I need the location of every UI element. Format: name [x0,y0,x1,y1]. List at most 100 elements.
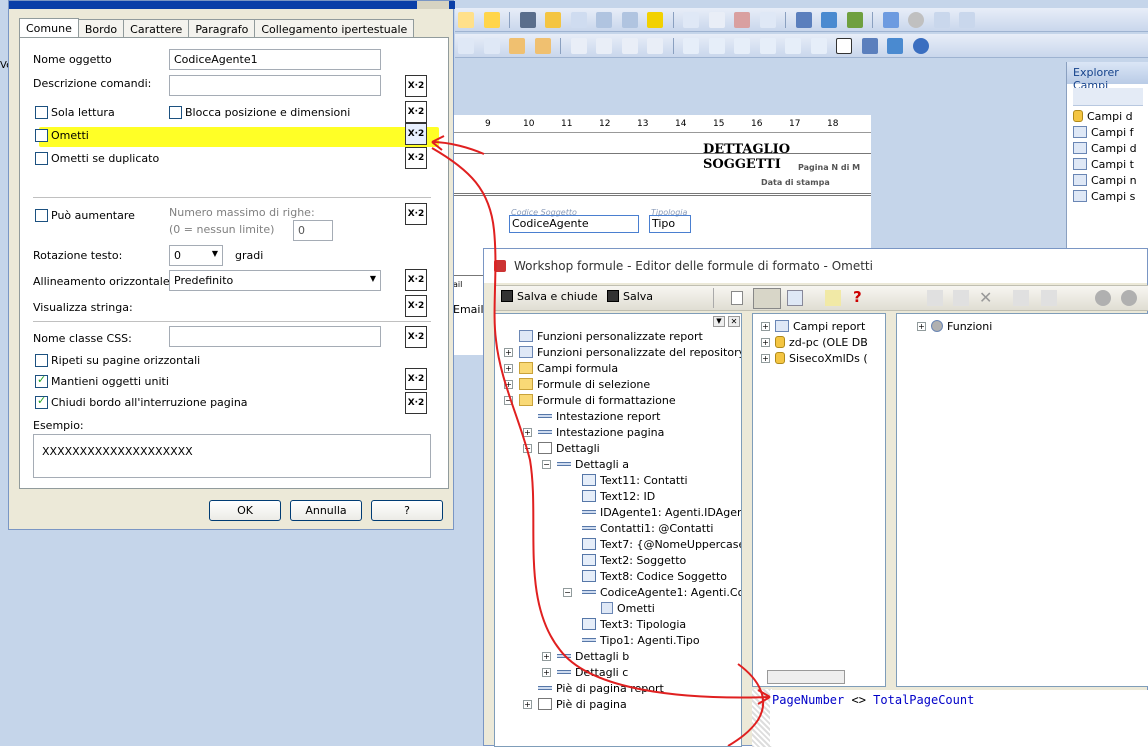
tree-node[interactable]: Dettagli a [557,457,629,472]
tab-paragrafo[interactable]: Paragrafo [188,19,256,38]
sort-desc-icon[interactable] [621,12,638,28]
explorer-item[interactable]: Campi n [1073,174,1137,187]
save-close-button[interactable]: Salva e chiude [501,290,598,303]
tree-node[interactable]: Text12: ID [582,489,655,504]
formula-x2-button[interactable] [405,392,427,414]
field-codice-agente[interactable]: CodiceAgente [509,215,639,233]
nome-oggetto-input[interactable]: CodiceAgente1 [169,49,381,70]
tree-node[interactable]: Tipo1: Agenti.Tipo [582,633,700,648]
border-icon[interactable] [458,38,474,54]
gear-icon[interactable] [1095,290,1111,306]
first-page-icon[interactable] [933,12,950,28]
properties-icon[interactable] [787,290,803,306]
explorer-item[interactable]: Campi d [1073,110,1133,123]
formula-x2-button[interactable] [405,101,427,123]
tab-carattere[interactable]: Carattere [123,19,190,38]
fields-tree[interactable]: + Campi report + zd-pc (OLE DB + SisecoX… [752,313,886,687]
summary-icon[interactable] [734,38,750,54]
tree-node[interactable]: Text8: Codice Soggetto [582,569,727,584]
tree-node[interactable]: Dettagli [538,441,600,456]
annulla-button[interactable]: Annulla [290,500,362,521]
tree-node[interactable]: Campi formula [519,361,618,376]
open-icon[interactable] [458,12,474,28]
allineamento-select[interactable]: Predefinito ▼ [169,270,381,291]
thousands-icon[interactable] [596,38,612,54]
grid-icon[interactable] [759,12,776,28]
horizontal-scrollbar[interactable] [767,670,845,684]
new-icon[interactable] [731,291,743,305]
blocca-checkbox[interactable] [169,106,182,119]
formula-icon[interactable] [708,12,725,28]
sort-asc-icon[interactable] [596,12,612,28]
tree-node[interactable]: Formule di formattazione [519,393,676,408]
ometti-duplicati-checkbox[interactable] [35,152,48,165]
tab-comune[interactable]: Comune [19,18,79,39]
tree-node[interactable]: Formule di selezione [519,377,650,392]
previous-page-icon[interactable] [959,12,975,28]
insert-map-icon[interactable] [887,38,903,54]
tree-node[interactable]: Dettagli c [557,665,628,680]
formula-x2-button[interactable] [405,269,427,291]
field-icon[interactable] [570,12,587,28]
tab-collegamento[interactable]: Collegamento ipertestuale [254,19,415,38]
move-icon[interactable] [483,38,500,54]
database-icon[interactable] [545,12,561,28]
tree-node[interactable]: Intestazione report [538,409,660,424]
formula-x2-button[interactable] [405,203,427,225]
map-icon[interactable] [846,12,863,28]
globe-icon[interactable] [821,12,837,28]
tree-node[interactable]: Intestazione pagina [538,425,664,440]
tree-node[interactable]: Dettagli b [557,649,629,664]
ok-button[interactable]: OK [209,500,281,521]
tree-node[interactable]: Funzioni personalizzate report [519,329,703,344]
css-input[interactable] [169,326,381,347]
close-circle-icon[interactable] [912,38,929,54]
sola-lettura-checkbox[interactable] [35,106,48,119]
tree-node-selected[interactable]: Ometti [601,601,655,616]
formula-code-editor[interactable]: PageNumber <> TotalPageCount [770,690,1148,746]
tree-node[interactable]: Piè di pagina [538,697,627,712]
text-object-icon[interactable] [683,38,699,54]
tree-close[interactable]: ✕ [728,316,740,327]
ometti-checkbox[interactable] [35,129,48,142]
tree-node[interactable]: IDAgente1: Agenti.IDAgente [582,505,741,520]
save-button[interactable]: Salva [607,290,653,303]
tree-node[interactable]: Text3: Tipologia [582,617,686,632]
tree-dropdown[interactable]: ▼ [713,316,725,327]
formula-x2-button[interactable] [405,295,427,317]
insert-icon[interactable] [927,290,943,306]
box-icon[interactable] [836,38,852,54]
group-icon[interactable] [708,38,725,54]
functions-node[interactable]: Funzioni [931,319,992,334]
chart-icon[interactable] [795,12,812,28]
rotazione-select[interactable]: 0 ▼ [169,245,223,266]
tree-node[interactable]: Funzioni personalizzate del repository [519,345,741,360]
descrizione-input[interactable] [169,75,381,96]
gear-icon[interactable] [1121,290,1137,306]
delete-icon[interactable]: ✕ [979,288,992,307]
help-icon[interactable]: ? [853,288,862,306]
tree-node[interactable]: Contatti1: @Contatti [582,521,713,536]
dialog-close-button[interactable] [417,1,449,9]
picture-icon[interactable] [785,38,801,54]
percent-icon[interactable] [621,38,638,54]
num-righe-input[interactable]: 0 [293,220,333,241]
functions-tree[interactable]: + Funzioni [896,313,1148,687]
report-icon[interactable] [683,12,699,28]
bookmark-icon[interactable] [1041,290,1057,306]
explorer-item[interactable]: Campi t [1073,158,1134,171]
rename-icon[interactable] [953,290,969,306]
tree-node[interactable]: Text11: Contatti [582,473,688,488]
expert-icon[interactable] [734,12,750,28]
fields-node[interactable]: zd-pc (OLE DB [775,335,868,350]
mantieni-checkbox[interactable] [35,373,48,388]
formula-x2-button[interactable] [405,147,427,169]
line-icon[interactable] [810,38,827,54]
tree-node[interactable]: CodiceAgente1: Agenti.Codic [582,585,741,600]
puo-aumentare-checkbox[interactable] [35,209,48,222]
workshop-tree[interactable]: ▼ ✕ Funzioni personalizzate report + Fun… [494,313,742,747]
tree-node[interactable]: Text7: {@NomeUppercase} [582,537,741,552]
fields-node[interactable]: Campi report [775,319,865,334]
formula-x2-button[interactable] [405,326,427,348]
decimals-icon[interactable] [647,38,663,54]
